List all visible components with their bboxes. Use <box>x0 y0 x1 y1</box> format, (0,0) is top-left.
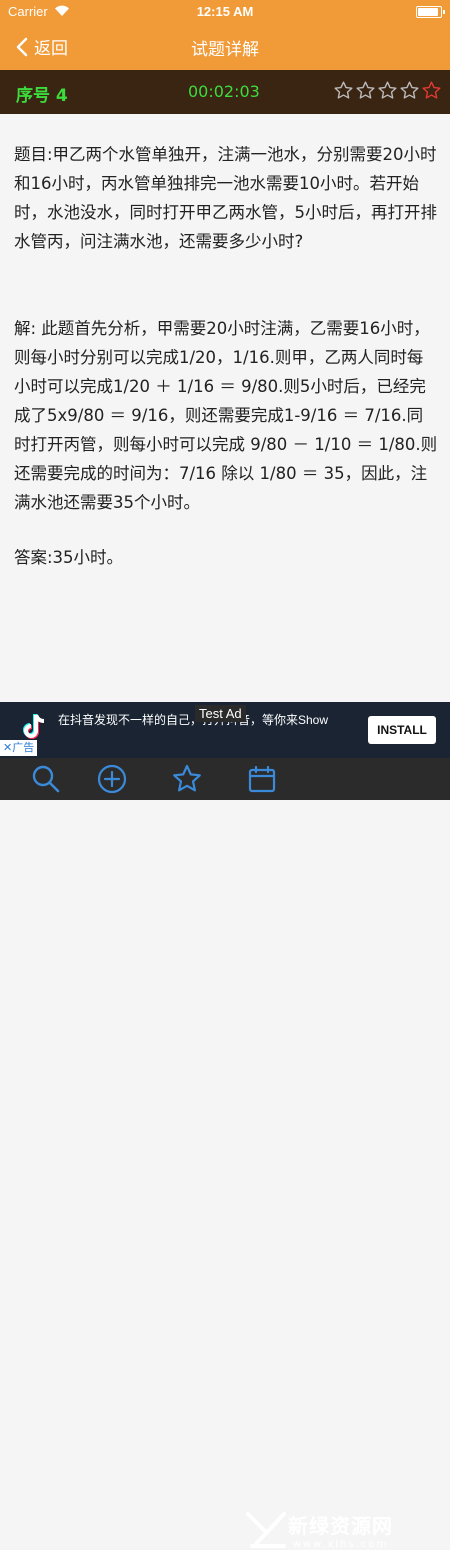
sequence-label: 序号 4 <box>16 86 68 106</box>
star-icon[interactable] <box>355 80 376 101</box>
test-ad-tag: Test Ad <box>195 705 246 722</box>
star-icon[interactable] <box>399 80 420 101</box>
question-text: 题目:甲乙两个水管单独开，注满一池水，分别需要20小时和16小时，丙水管单独排完… <box>14 145 437 251</box>
calendar-icon[interactable] <box>246 763 278 795</box>
star-icon[interactable] <box>421 80 442 101</box>
rating-stars <box>333 80 442 101</box>
solution-text: 解: 此题首先分析，甲需要20小时注满，乙需要16小时，则每小时分别可以完成1/… <box>14 319 438 512</box>
timer: 00:02:03 <box>188 82 260 101</box>
info-bar: 序号 4 00:02:03 <box>0 70 450 114</box>
star-icon[interactable] <box>333 80 354 101</box>
detail-content: 题目:甲乙两个水管单独开，注满一池水，分别需要20小时和16小时，丙水管单独排完… <box>14 140 438 572</box>
search-icon[interactable] <box>30 763 62 795</box>
watermark-text: 新绿资源网 <box>288 1514 393 1538</box>
tab-bar: 新绿资源网 www.xlhs.com <box>0 758 450 1550</box>
page-title: 试题详解 <box>191 40 259 60</box>
ad-choices-label: 广告 <box>12 741 35 754</box>
close-icon: ✕ <box>3 741 13 754</box>
watermark-url: www.xlhs.com <box>292 1539 389 1550</box>
watermark: 新绿资源网 www.xlhs.com <box>244 1510 393 1550</box>
watermark-logo-icon <box>246 1512 286 1548</box>
answer-text: 答案:35小时。 <box>14 548 124 567</box>
status-bar: Carrier 12:15 AM <box>0 0 450 22</box>
ad-banner[interactable]: 在抖音发现不一样的自己，打开抖音，等你来Show Test Ad INSTALL… <box>0 702 450 758</box>
add-icon[interactable] <box>96 763 128 795</box>
star-icon[interactable] <box>377 80 398 101</box>
nav-bar: 返回 试题详解 <box>0 22 450 70</box>
status-time: 12:15 AM <box>196 4 254 19</box>
ad-choices-button[interactable]: ✕广告 <box>0 740 38 756</box>
star-icon[interactable] <box>171 763 203 795</box>
tiktok-logo-icon <box>23 714 45 739</box>
battery-icon <box>416 6 445 18</box>
install-button[interactable]: INSTALL <box>368 716 436 744</box>
